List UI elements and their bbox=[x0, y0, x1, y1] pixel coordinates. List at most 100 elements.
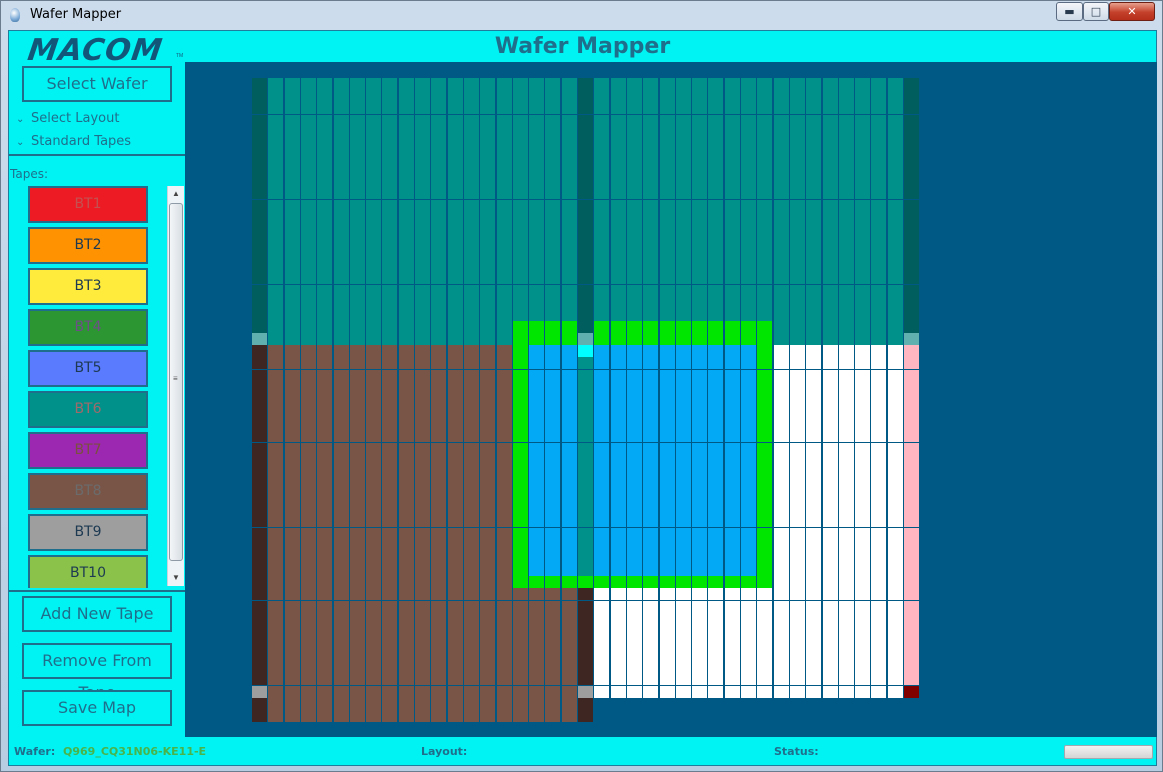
die-cell[interactable] bbox=[838, 248, 854, 261]
die-cell[interactable] bbox=[578, 333, 593, 346]
die-cell[interactable] bbox=[529, 564, 545, 576]
die-cell[interactable] bbox=[545, 138, 561, 151]
die-cell[interactable] bbox=[382, 260, 398, 273]
die-cell[interactable] bbox=[887, 138, 903, 151]
die-cell[interactable] bbox=[578, 454, 593, 467]
die-cell[interactable] bbox=[398, 430, 414, 443]
die-cell[interactable] bbox=[268, 661, 284, 674]
die-cell[interactable] bbox=[871, 491, 887, 504]
die-cell[interactable] bbox=[317, 685, 333, 698]
die-cell[interactable] bbox=[871, 600, 887, 613]
die-cell[interactable] bbox=[692, 576, 708, 589]
die-cell[interactable] bbox=[415, 636, 430, 649]
die-cell[interactable] bbox=[626, 321, 642, 333]
die-cell[interactable] bbox=[610, 406, 626, 419]
die-cell[interactable] bbox=[773, 199, 789, 212]
die-cell[interactable] bbox=[415, 345, 430, 358]
die-cell[interactable] bbox=[480, 321, 496, 333]
die-cell[interactable] bbox=[496, 661, 512, 674]
die-cell[interactable] bbox=[904, 636, 919, 649]
die-cell[interactable] bbox=[447, 564, 463, 576]
die-cell[interactable] bbox=[659, 199, 675, 212]
die-cell[interactable] bbox=[463, 284, 479, 297]
die-cell[interactable] bbox=[349, 649, 365, 662]
die-cell[interactable] bbox=[708, 138, 724, 151]
title-bar[interactable]: Wafer Mapper ▬ □ ✕ bbox=[1, 1, 1162, 29]
die-cell[interactable] bbox=[512, 406, 528, 419]
die-cell[interactable] bbox=[692, 478, 708, 491]
die-cell[interactable] bbox=[578, 296, 593, 309]
die-cell[interactable] bbox=[708, 260, 724, 273]
die-cell[interactable] bbox=[333, 564, 349, 576]
die-cell[interactable] bbox=[871, 223, 887, 236]
die-cell[interactable] bbox=[822, 649, 838, 662]
die-cell[interactable] bbox=[724, 175, 740, 188]
die-cell[interactable] bbox=[463, 199, 479, 212]
die-cell[interactable] bbox=[724, 187, 740, 200]
die-cell[interactable] bbox=[643, 114, 659, 127]
die-cell[interactable] bbox=[724, 564, 740, 576]
die-cell[interactable] bbox=[561, 102, 577, 115]
die-cell[interactable] bbox=[643, 248, 659, 261]
die-cell[interactable] bbox=[643, 503, 659, 516]
die-cell[interactable] bbox=[512, 211, 528, 224]
die-cell[interactable] bbox=[561, 466, 577, 479]
die-cell[interactable] bbox=[757, 673, 773, 686]
die-cell[interactable] bbox=[447, 454, 463, 467]
die-cell[interactable] bbox=[806, 369, 822, 382]
die-cell[interactable] bbox=[887, 430, 903, 443]
die-cell[interactable] bbox=[268, 697, 284, 710]
die-cell[interactable] bbox=[806, 272, 822, 285]
die-cell[interactable] bbox=[675, 551, 691, 564]
die-cell[interactable] bbox=[545, 211, 561, 224]
die-cell[interactable] bbox=[561, 236, 577, 248]
die-cell[interactable] bbox=[724, 102, 740, 115]
die-cell[interactable] bbox=[447, 588, 463, 601]
die-cell[interactable] bbox=[773, 406, 789, 419]
die-cell[interactable] bbox=[708, 551, 724, 564]
die-cell[interactable] bbox=[512, 357, 528, 370]
die-cell[interactable] bbox=[822, 260, 838, 273]
die-cell[interactable] bbox=[382, 491, 398, 504]
die-cell[interactable] bbox=[284, 296, 300, 309]
die-cell[interactable] bbox=[724, 296, 740, 309]
save-map-button[interactable]: Save Map bbox=[22, 690, 172, 726]
die-cell[interactable] bbox=[822, 600, 838, 613]
die-cell[interactable] bbox=[415, 661, 430, 674]
die-cell[interactable] bbox=[496, 564, 512, 576]
die-cell[interactable] bbox=[757, 527, 773, 540]
die-cell[interactable] bbox=[561, 345, 577, 358]
die-cell[interactable] bbox=[904, 321, 919, 333]
die-cell[interactable] bbox=[741, 236, 756, 248]
die-cell[interactable] bbox=[431, 564, 447, 576]
die-cell[interactable] bbox=[578, 600, 593, 613]
die-cell[interactable] bbox=[415, 102, 430, 115]
die-cell[interactable] bbox=[871, 685, 887, 698]
die-cell[interactable] bbox=[317, 624, 333, 637]
die-cell[interactable] bbox=[741, 284, 756, 297]
die-cell[interactable] bbox=[463, 138, 479, 151]
die-cell[interactable] bbox=[806, 612, 822, 625]
die-cell[interactable] bbox=[692, 527, 708, 540]
die-cell[interactable] bbox=[333, 187, 349, 200]
die-cell[interactable] bbox=[284, 102, 300, 115]
die-cell[interactable] bbox=[366, 150, 382, 163]
die-cell[interactable] bbox=[659, 78, 675, 90]
die-cell[interactable] bbox=[382, 296, 398, 309]
die-cell[interactable] bbox=[463, 406, 479, 419]
die-cell[interactable] bbox=[398, 393, 414, 406]
die-cell[interactable] bbox=[692, 406, 708, 419]
die-cell[interactable] bbox=[741, 393, 756, 406]
die-cell[interactable] bbox=[724, 248, 740, 261]
die-cell[interactable] bbox=[480, 527, 496, 540]
die-cell[interactable] bbox=[871, 454, 887, 467]
die-cell[interactable] bbox=[480, 406, 496, 419]
die-cell[interactable] bbox=[333, 418, 349, 431]
die-cell[interactable] bbox=[675, 430, 691, 443]
die-cell[interactable] bbox=[317, 308, 333, 321]
die-cell[interactable] bbox=[398, 503, 414, 516]
die-cell[interactable] bbox=[871, 357, 887, 370]
die-cell[interactable] bbox=[349, 418, 365, 431]
die-cell[interactable] bbox=[284, 248, 300, 261]
die-cell[interactable] bbox=[512, 709, 528, 722]
